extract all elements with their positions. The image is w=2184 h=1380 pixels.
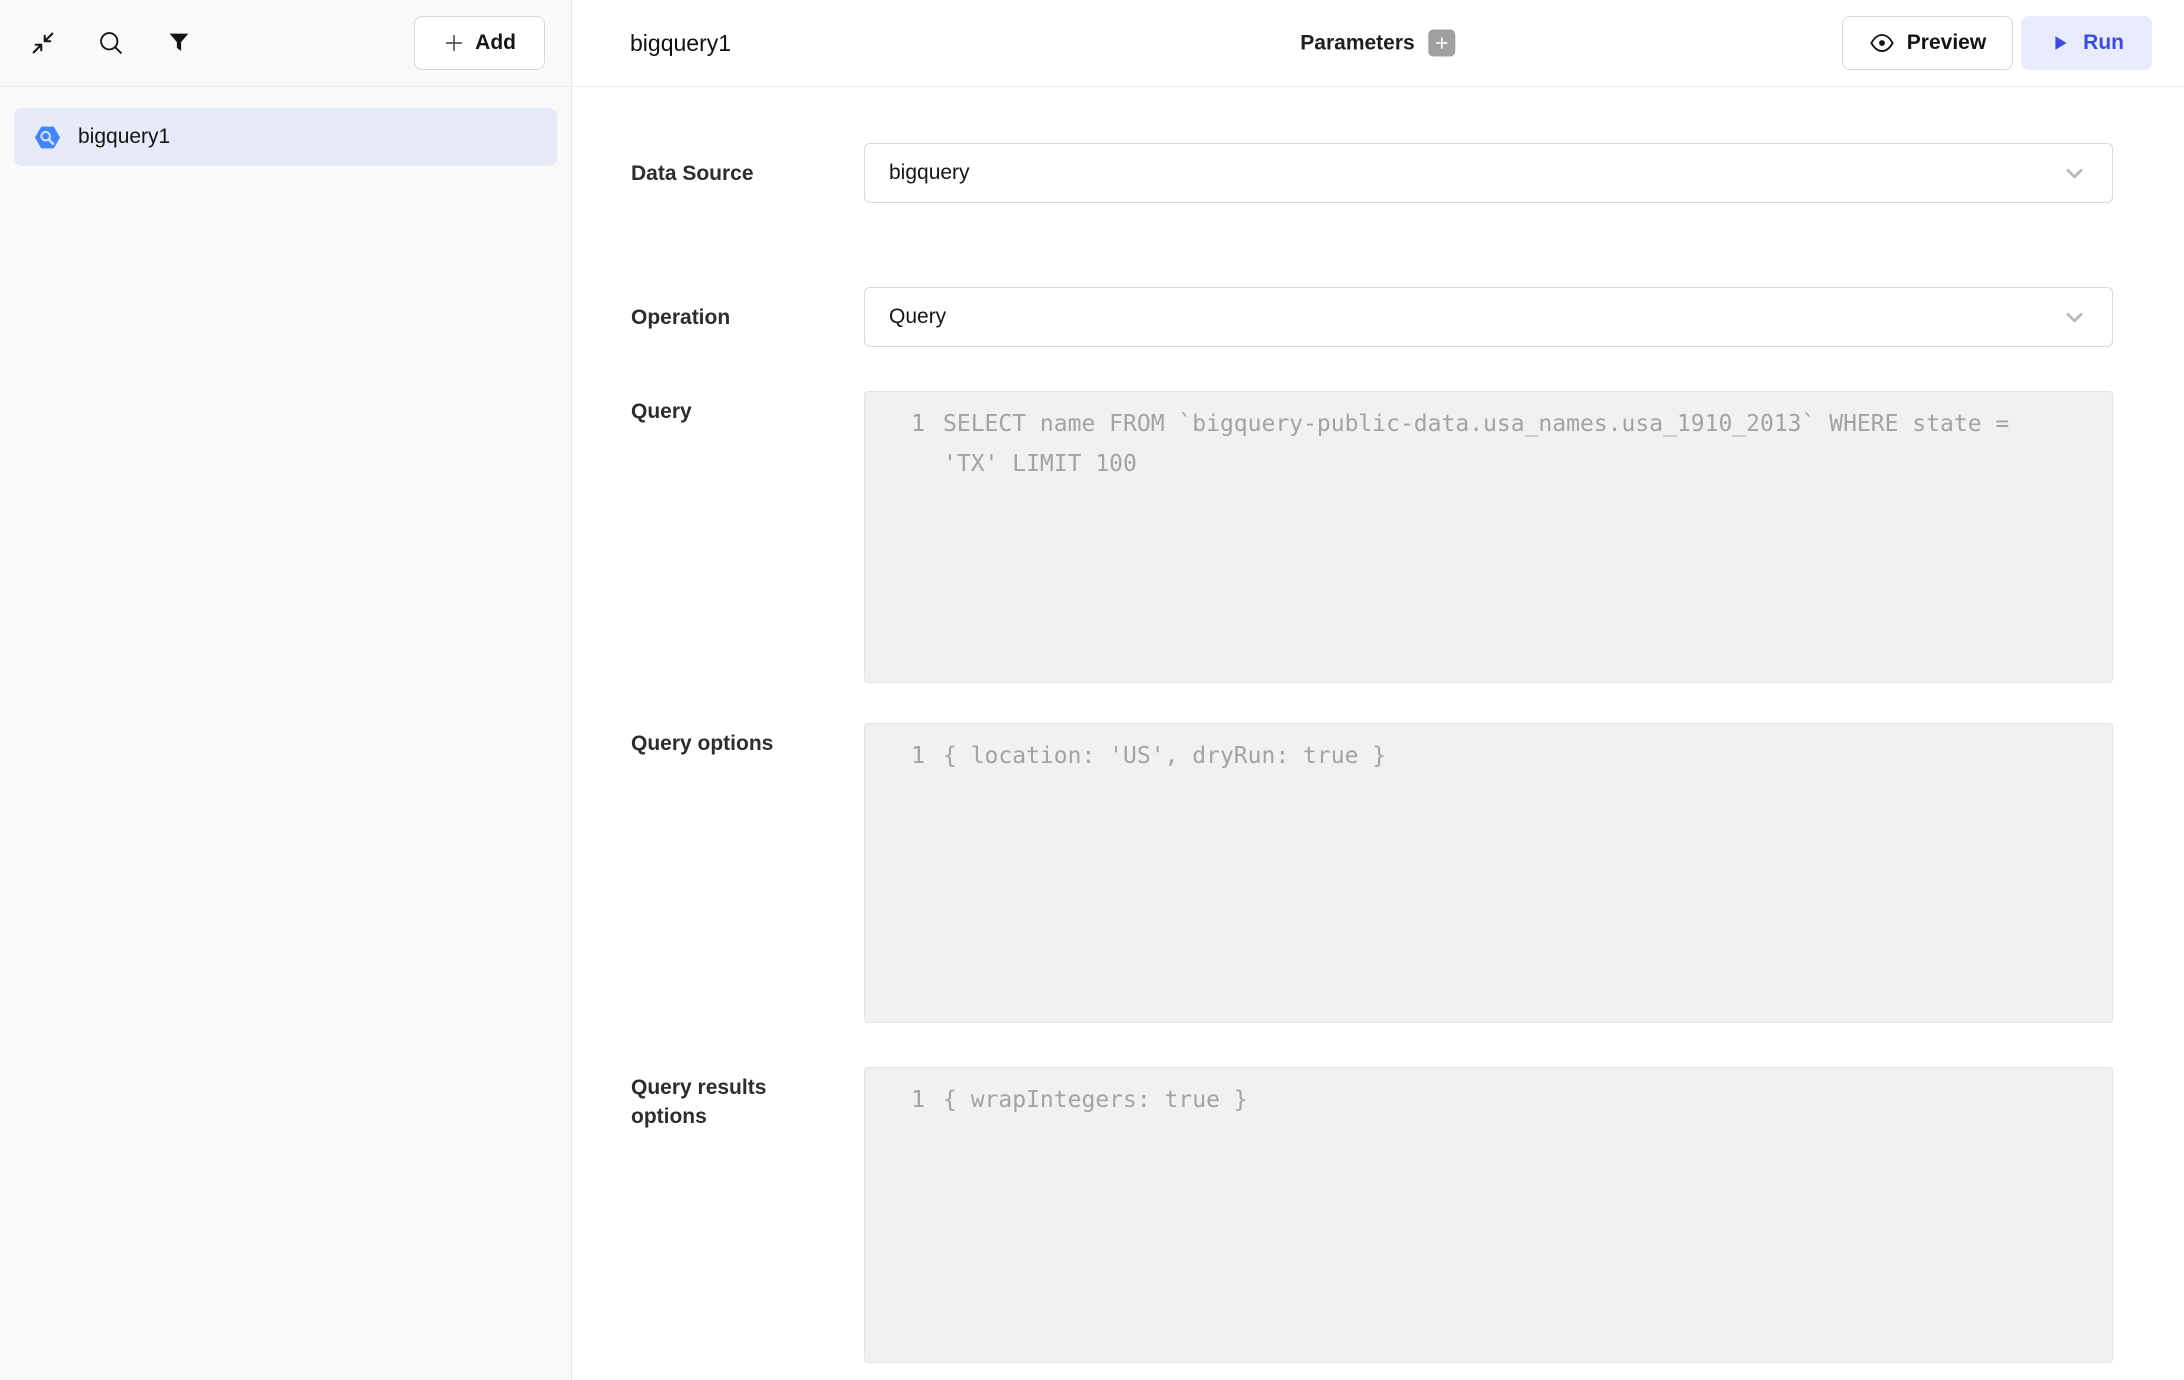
data-source-select-value: bigquery <box>889 161 970 185</box>
line-number: 1 <box>901 736 925 776</box>
operation-select-value: Query <box>889 305 946 329</box>
run-button[interactable]: Run <box>2021 16 2152 70</box>
form-row-operation: Operation Query <box>631 287 2113 347</box>
query-form: Data Source bigquery Operation Query <box>572 87 2184 1380</box>
parameters-group: Parameters <box>1300 30 1455 57</box>
preview-button[interactable]: Preview <box>1842 16 2013 70</box>
play-icon <box>2049 32 2071 54</box>
header-actions: Preview Run <box>1842 16 2152 70</box>
form-row-query: Query 1 SELECT name FROM `bigquery-publi… <box>631 391 2113 683</box>
add-query-button[interactable]: Add <box>414 16 545 70</box>
form-row-query-options: Query options 1 { location: 'US', dryRun… <box>631 723 2113 1023</box>
field-label-query: Query <box>631 391 864 426</box>
field-control-query: 1 SELECT name FROM `bigquery-public-data… <box>864 391 2113 683</box>
bigquery-icon <box>32 122 63 153</box>
run-button-label: Run <box>2083 31 2124 55</box>
add-parameter-button[interactable] <box>1429 30 1456 57</box>
collapse-icon[interactable] <box>26 26 60 60</box>
field-label-operation: Operation <box>631 303 864 332</box>
query-list: bigquery1 <box>0 87 571 187</box>
line-number: 1 <box>901 1080 925 1120</box>
query-options-editor[interactable]: 1 { location: 'US', dryRun: true } <box>864 723 2113 1023</box>
app: Add bigquery1 bigquery1 Parameters <box>0 0 2184 1380</box>
filter-icon[interactable] <box>162 26 196 60</box>
field-label-query-options: Query options <box>631 723 864 758</box>
sidebar-toolbar-icons <box>26 26 196 60</box>
query-results-options-editor[interactable]: 1 { wrapIntegers: true } <box>864 1067 2113 1363</box>
form-row-data-source: Data Source bigquery <box>631 143 2113 203</box>
parameters-label: Parameters <box>1300 31 1414 55</box>
plus-icon <box>1435 36 1450 51</box>
field-control-operation: Query <box>864 287 2113 347</box>
field-control-data-source: bigquery <box>864 143 2113 203</box>
main-panel: bigquery1 Parameters <box>572 0 2184 1380</box>
main-header: bigquery1 Parameters <box>572 0 2184 87</box>
plus-icon <box>443 32 465 54</box>
form-row-query-results-options: Query results options 1 { wrapIntegers: … <box>631 1067 2113 1363</box>
sidebar-item-label: bigquery1 <box>78 125 170 149</box>
line-number: 1 <box>901 404 925 444</box>
sidebar-item-bigquery1[interactable]: bigquery1 <box>14 108 557 166</box>
query-options-placeholder: { location: 'US', dryRun: true } <box>943 736 1386 776</box>
query-editor[interactable]: 1 SELECT name FROM `bigquery-public-data… <box>864 391 2113 683</box>
query-results-options-placeholder: { wrapIntegers: true } <box>943 1080 1248 1120</box>
search-icon[interactable] <box>94 26 128 60</box>
sidebar-toolbar: Add <box>0 0 571 87</box>
add-button-label: Add <box>475 31 516 55</box>
eye-icon <box>1869 30 1895 56</box>
field-label-data-source: Data Source <box>631 159 864 188</box>
field-control-query-options: 1 { location: 'US', dryRun: true } <box>864 723 2113 1023</box>
data-source-select[interactable]: bigquery <box>864 143 2113 203</box>
query-editor-placeholder: SELECT name FROM `bigquery-public-data.u… <box>943 404 2043 484</box>
sidebar: Add bigquery1 <box>0 0 572 1380</box>
chevron-down-icon <box>2061 304 2088 331</box>
preview-button-label: Preview <box>1907 31 1986 55</box>
field-label-query-results-options: Query results options <box>631 1067 864 1131</box>
field-control-query-results-options: 1 { wrapIntegers: true } <box>864 1067 2113 1363</box>
chevron-down-icon <box>2061 160 2088 187</box>
operation-select[interactable]: Query <box>864 287 2113 347</box>
page-title: bigquery1 <box>630 30 731 57</box>
